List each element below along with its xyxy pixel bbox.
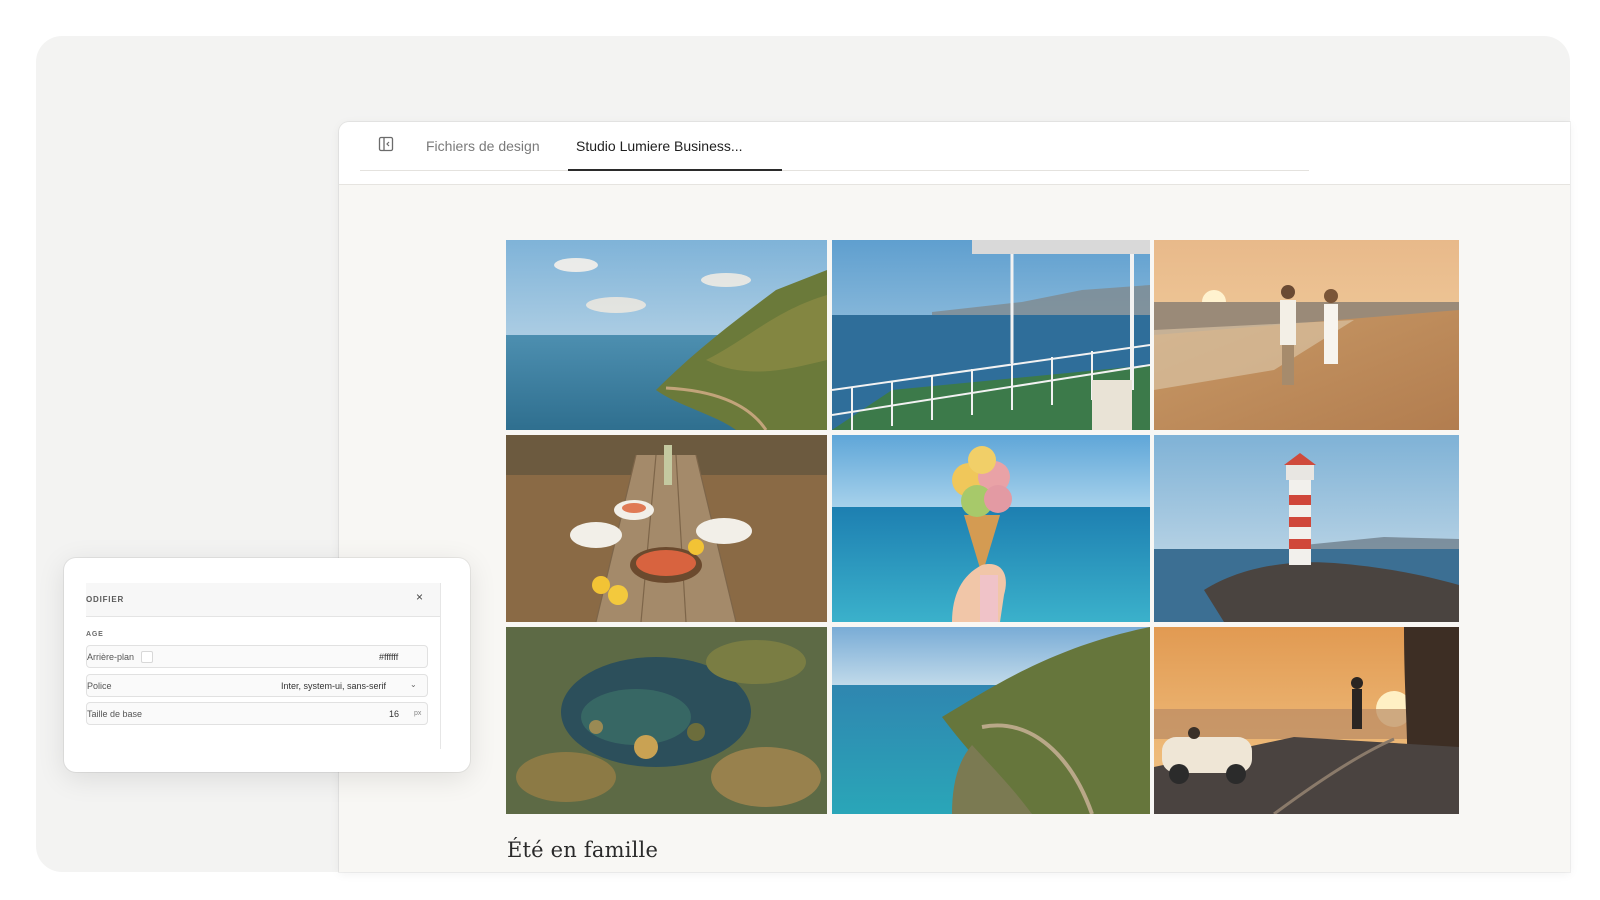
edit-panel-content: ODIFIER × AGE Arrière-plan #ffffff Polic… <box>86 583 441 749</box>
color-swatch[interactable] <box>141 651 153 663</box>
ferry-deck-photo[interactable] <box>832 240 1150 430</box>
edit-panel-title: ODIFIER <box>86 595 125 604</box>
section-label: AGE <box>86 631 104 638</box>
edit-panel-header: ODIFIER × <box>86 583 440 617</box>
base-size-field[interactable]: Taille de base 16 px <box>86 702 428 725</box>
lighthouse-photo[interactable] <box>1154 435 1459 622</box>
close-icon[interactable]: × <box>416 590 423 604</box>
font-select[interactable]: Police Inter, system-ui, sans-serif ⌄ <box>86 674 428 697</box>
font-field-label: Police <box>87 681 112 691</box>
tab-studio-lumiere[interactable]: Studio Lumiere Business... <box>568 122 782 171</box>
ice-cream-cone-photo[interactable] <box>832 435 1150 622</box>
coastal-bay-road-photo[interactable] <box>832 627 1150 814</box>
convertible-sunset-photo[interactable] <box>1154 627 1459 814</box>
beach-couple-sunset-photo[interactable] <box>1154 240 1459 430</box>
base-size-unit: px <box>414 710 422 717</box>
base-size-field-label: Taille de base <box>87 709 143 719</box>
font-field-value: Inter, system-ui, sans-serif <box>281 681 387 691</box>
base-size-field-value: 16 <box>389 709 400 719</box>
sidebar-toggle-icon[interactable] <box>378 136 394 152</box>
chevron-down-icon: ⌄ <box>410 680 417 689</box>
tab-design-files[interactable]: Fichiers de design <box>426 122 540 170</box>
coastal-cliff-road-photo[interactable] <box>506 240 827 430</box>
tide-pool-photo[interactable] <box>506 627 827 814</box>
gallery-title: Été en famille <box>507 838 659 862</box>
background-field-label: Arrière-plan <box>87 652 135 662</box>
background-field-value: #ffffff <box>379 652 399 662</box>
seafood-table-photo[interactable] <box>506 435 827 622</box>
background-color-field[interactable]: Arrière-plan #ffffff <box>86 645 428 668</box>
